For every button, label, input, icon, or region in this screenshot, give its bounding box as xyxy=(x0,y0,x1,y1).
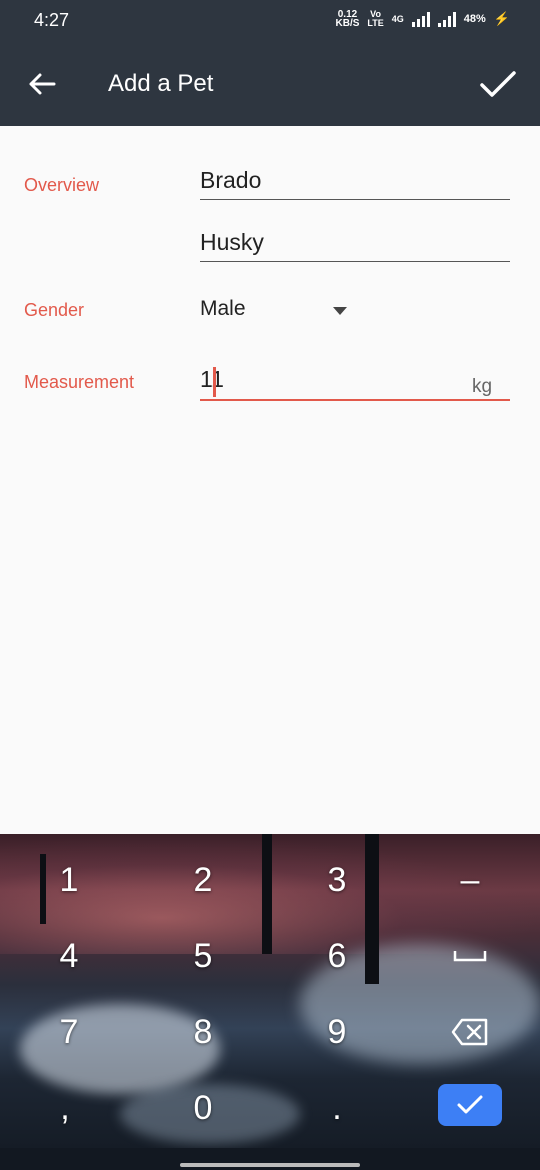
measurement-underline xyxy=(200,399,510,401)
status-bar: 4:27 0.12 KB/S Vo LTE 4G 48% ⚡ xyxy=(0,0,540,42)
battery-level: 48% xyxy=(463,13,486,25)
key-comma[interactable]: , xyxy=(25,1078,105,1138)
key-3[interactable]: 3 xyxy=(297,850,377,910)
backspace-icon xyxy=(451,1018,488,1046)
key-6[interactable]: 6 xyxy=(297,926,377,986)
breed-field-underline xyxy=(200,261,510,262)
numeric-keyboard: 1 2 3 – 4 5 6 7 8 9 , 0 . xyxy=(0,834,540,1148)
charging-icon: ⚡ xyxy=(493,11,510,26)
breed-value: Husky xyxy=(200,229,264,255)
dropdown-arrow-icon[interactable] xyxy=(333,307,347,315)
gender-label: Gender xyxy=(24,300,85,320)
volte-icon: Vo LTE xyxy=(367,10,383,28)
breed-field[interactable]: Husky xyxy=(200,229,510,261)
measurement-value: 11 xyxy=(200,366,224,392)
measurement-label: Measurement xyxy=(24,372,135,392)
text-cursor xyxy=(213,367,216,397)
gender-value: Male xyxy=(200,297,246,320)
key-backspace[interactable] xyxy=(430,1002,510,1062)
status-indicators: 0.12 KB/S Vo LTE 4G 48% ⚡ xyxy=(335,10,510,29)
key-space[interactable] xyxy=(430,926,510,986)
volte-bottom: LTE xyxy=(367,18,384,28)
network-speed-unit: KB/S xyxy=(335,18,360,29)
key-done[interactable] xyxy=(438,1084,502,1126)
navigation-bar xyxy=(0,1148,540,1170)
measurement-unit: kg xyxy=(472,376,493,397)
space-icon xyxy=(453,951,487,962)
status-time: 4:27 xyxy=(34,10,70,30)
key-8[interactable]: 8 xyxy=(163,1002,243,1062)
save-button[interactable] xyxy=(476,62,520,106)
overview-label: Overview xyxy=(24,175,100,195)
key-minus[interactable]: – xyxy=(430,850,510,910)
signal-icon-2 xyxy=(437,11,456,27)
key-1[interactable]: 1 xyxy=(29,850,109,910)
arrow-left-icon xyxy=(29,73,56,95)
key-0[interactable]: 0 xyxy=(163,1078,243,1138)
check-icon xyxy=(480,71,516,97)
home-handle[interactable] xyxy=(180,1163,360,1167)
key-4[interactable]: 4 xyxy=(29,926,109,986)
keyboard-background-tree xyxy=(262,834,272,954)
name-field-underline xyxy=(200,199,510,200)
measurement-input[interactable]: 11 xyxy=(200,366,510,400)
name-value: Brado xyxy=(200,167,262,193)
app-bar: Add a Pet xyxy=(0,42,540,126)
key-5[interactable]: 5 xyxy=(163,926,243,986)
back-button[interactable] xyxy=(22,66,62,102)
name-field[interactable]: Brado xyxy=(200,167,510,199)
key-period[interactable]: . xyxy=(297,1078,377,1138)
key-9[interactable]: 9 xyxy=(297,1002,377,1062)
page-title: Add a Pet xyxy=(108,70,214,97)
network-type: 4G xyxy=(391,14,404,24)
signal-icon-1 xyxy=(411,11,430,27)
key-2[interactable]: 2 xyxy=(163,850,243,910)
key-7[interactable]: 7 xyxy=(29,1002,109,1062)
check-icon xyxy=(457,1095,483,1114)
network-speed: 0.12 KB/S xyxy=(335,10,360,29)
